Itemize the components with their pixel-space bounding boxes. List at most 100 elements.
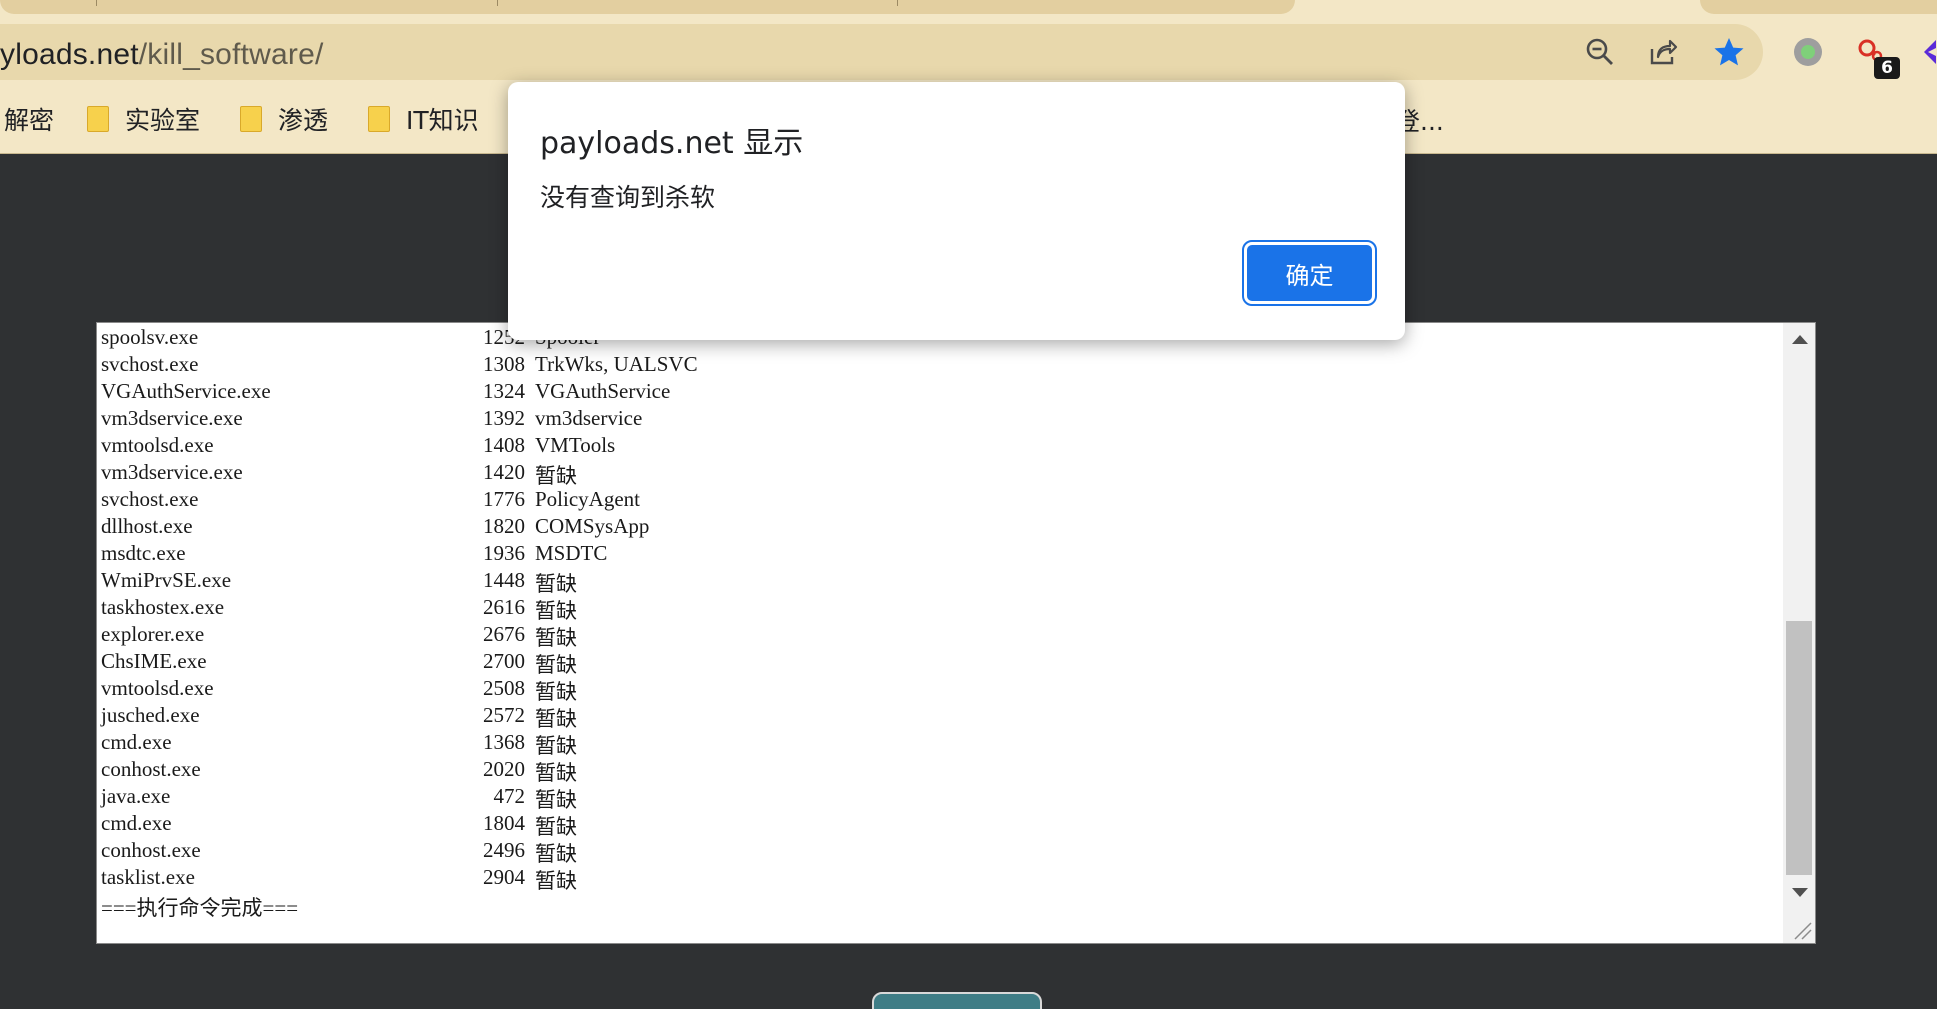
process-pid: 2496 [483,838,525,862]
output-line: jusched.exe 2572 暂缺 [101,703,1781,731]
bookmark-star-icon[interactable] [1709,32,1749,72]
address-bar[interactable]: yloads.net/kill_software/ [0,24,1763,80]
process-name: vmtoolsd.exe [101,433,214,457]
share-icon[interactable] [1643,32,1683,72]
folder-icon [240,106,262,132]
process-pid: 2616 [483,595,525,619]
output-line: vm3dservice.exe 1420 暂缺 [101,460,1781,488]
extension-icon-partial[interactable] [1914,32,1937,72]
folder-icon [87,106,109,132]
output-line: conhost.exe 2496 暂缺 [101,838,1781,866]
process-name: vmtoolsd.exe [101,676,214,700]
bookmark-folder[interactable]: 实验室 [87,102,200,136]
scroll-down-arrow-icon[interactable] [1792,888,1808,897]
output-line: vmtoolsd.exe 2508 暂缺 [101,676,1781,704]
process-service: COMSysApp [535,514,650,538]
browser-toolbar: yloads.net/kill_software/ 6 [0,20,1937,88]
process-pid: 2572 [483,703,525,727]
resize-grip-icon[interactable] [1789,917,1813,941]
command-output-textarea[interactable]: spoolsv.exe1252Spoolersvchost.exe1308Trk… [96,322,1816,944]
process-service: 暂缺 [535,572,577,596]
output-line: taskhostex.exe 2616 暂缺 [101,595,1781,623]
process-name: svchost.exe [101,352,199,376]
bookmark-label: 渗透 [278,106,329,135]
process-pid: 1804 [483,811,525,835]
inactive-tab[interactable] [0,0,1295,14]
vertical-scrollbar[interactable] [1783,323,1815,943]
process-name: jusched.exe [101,703,200,727]
output-footer: ===执行命令完成=== [101,896,299,920]
process-pid: 1420 [483,460,525,484]
process-name: conhost.exe [101,757,201,781]
url-path: /kill_software/ [138,38,324,71]
process-pid: 1392 [483,406,525,430]
dialog-title: payloads.net 显示 [540,126,804,161]
scroll-up-arrow-icon[interactable] [1792,335,1808,344]
zoom-icon[interactable] [1580,32,1620,72]
process-service: 暂缺 [535,869,577,893]
output-line: msdtc.exe 1936 MSDTC [101,541,1781,568]
process-pid: 1368 [483,730,525,754]
bookmark-folder[interactable]: 渗透 [240,102,328,136]
process-pid: 1408 [483,433,525,457]
submit-button[interactable] [872,992,1042,1009]
process-name: WmiPrvSE.exe [101,568,232,592]
process-service: 暂缺 [535,680,577,704]
process-pid: 2676 [483,622,525,646]
profile-extension-icon[interactable] [1788,32,1828,72]
process-name: dllhost.exe [101,514,193,538]
output-line: VGAuthService.exe 1324 VGAuthService [101,379,1781,406]
process-pid: 1776 [483,487,525,511]
process-service: 暂缺 [535,815,577,839]
process-pid: 472 [493,784,526,808]
inactive-tab[interactable] [1700,0,1937,14]
bookmark-label: 解密 [4,106,55,135]
bookmark-item[interactable]: 解密 [4,102,54,136]
tab-separator [96,0,97,6]
process-name: cmd.exe [101,730,172,754]
process-service: MSDTC [535,541,608,565]
tab-strip [0,0,1937,20]
process-service: 暂缺 [535,626,577,650]
process-name: taskhostex.exe [101,595,225,619]
process-pid: 2508 [483,676,525,700]
process-service: 暂缺 [535,599,577,623]
output-line: WmiPrvSE.exe 1448 暂缺 [101,568,1781,596]
process-name: vm3dservice.exe [101,406,243,430]
process-name: cmd.exe [101,811,172,835]
output-line: cmd.exe 1368 暂缺 [101,730,1781,758]
process-service: 暂缺 [535,734,577,758]
bookmark-folder[interactable]: IT知识 [368,102,479,136]
process-service: 暂缺 [535,707,577,731]
process-name: explorer.exe [101,622,205,646]
process-service: VGAuthService [535,379,671,403]
folder-icon [368,106,390,132]
process-service: 暂缺 [535,788,577,812]
process-pid: 2700 [483,649,525,673]
process-service: TrkWks, UALSVC [535,352,698,376]
ok-button[interactable]: 确定 [1242,240,1377,306]
output-line: svchost.exe 1776 PolicyAgent [101,487,1781,514]
process-pid: 1308 [483,352,525,376]
alert-dialog: payloads.net 显示 没有查询到杀软 确定 [508,82,1405,340]
dialog-message: 没有查询到杀软 [540,183,716,212]
tab-separator [897,0,898,6]
bookmark-label: 实验室 [125,106,201,135]
process-service: 暂缺 [535,761,577,785]
extension-badge: 6 [1874,57,1900,79]
address-url[interactable]: yloads.net/kill_software/ [0,38,324,72]
scroll-thumb[interactable] [1786,621,1812,875]
output-line: java.exe 472 暂缺 [101,784,1781,812]
process-service: vm3dservice [535,406,643,430]
output-line: tasklist.exe 2904 暂缺 [101,865,1781,893]
process-service: VMTools [535,433,616,457]
process-service: 暂缺 [535,653,577,677]
url-host: yloads.net [0,38,139,71]
process-name: VGAuthService.exe [101,379,271,403]
process-pid: 1448 [483,568,525,592]
process-pid: 1820 [483,514,525,538]
output-line: conhost.exe 2020 暂缺 [101,757,1781,785]
tab-separator [497,0,498,6]
process-pid: 1324 [483,379,525,403]
output-line: cmd.exe 1804 暂缺 [101,811,1781,839]
